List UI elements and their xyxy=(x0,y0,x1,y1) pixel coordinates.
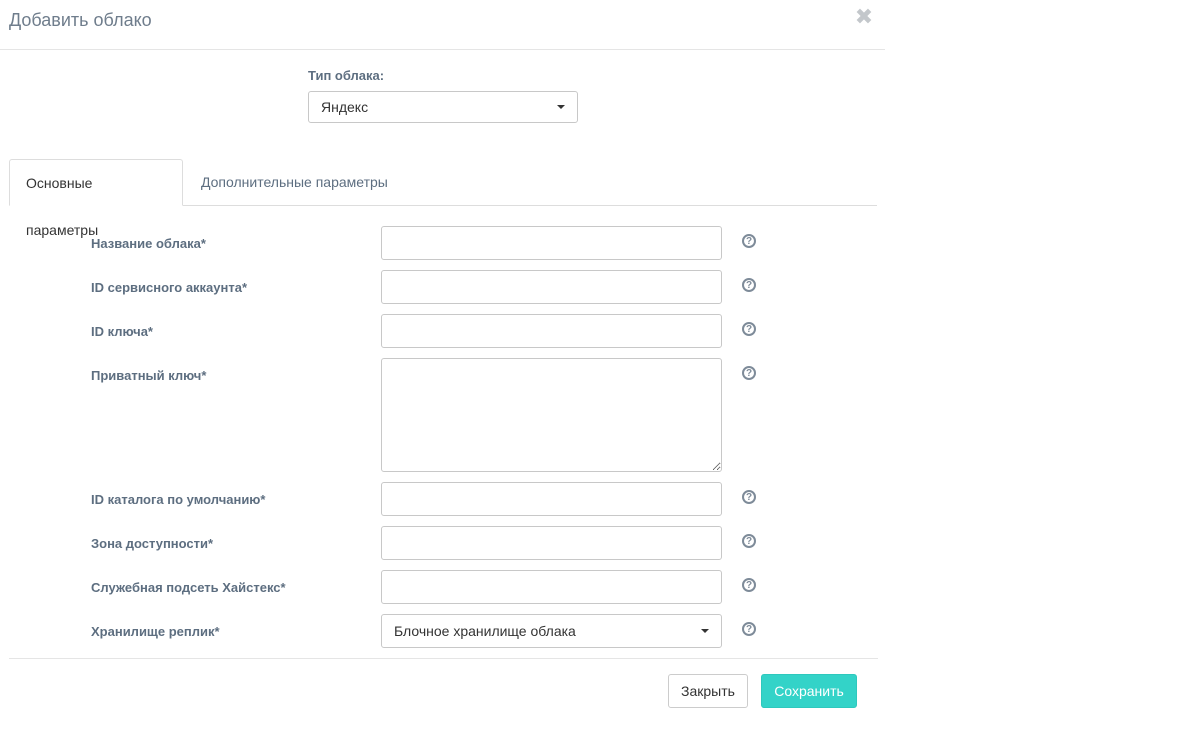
tab-additional-parameters[interactable]: Дополнительные параметры xyxy=(185,159,404,206)
help-icon[interactable]: ? xyxy=(742,622,756,636)
service-subnet-input[interactable] xyxy=(381,570,722,604)
key-id-input[interactable] xyxy=(381,314,722,348)
caret-down-icon xyxy=(701,629,709,633)
service-account-id-input[interactable] xyxy=(381,270,722,304)
key-id-label: ID ключа* xyxy=(91,324,153,339)
private-key-label: Приватный ключ* xyxy=(91,368,207,383)
footer-divider xyxy=(9,658,878,659)
replica-storage-select[interactable]: Блочное хранилище облака xyxy=(381,614,722,648)
cloud-name-input[interactable] xyxy=(381,226,722,260)
add-cloud-dialog: Добавить облако ✖ Тип облака: Яндекс Осн… xyxy=(0,0,885,735)
private-key-textarea[interactable] xyxy=(381,358,722,472)
cloud-type-selected: Яндекс xyxy=(321,99,369,115)
tab-basic-parameters[interactable]: Основные параметры xyxy=(9,159,183,238)
help-icon[interactable]: ? xyxy=(742,490,756,504)
availability-zone-input[interactable] xyxy=(381,526,722,560)
header-divider xyxy=(0,49,885,50)
close-icon[interactable]: ✖ xyxy=(853,6,875,28)
help-icon[interactable]: ? xyxy=(742,366,756,380)
help-icon[interactable]: ? xyxy=(742,234,756,248)
dialog-title: Добавить облако xyxy=(9,10,152,30)
cloud-type-label: Тип облака: xyxy=(308,68,385,83)
replica-storage-label: Хранилище реплик* xyxy=(91,624,220,639)
close-button[interactable]: Закрыть xyxy=(668,674,748,708)
save-button[interactable]: Сохранить xyxy=(761,674,857,708)
caret-down-icon xyxy=(557,105,565,109)
replica-storage-selected: Блочное хранилище облака xyxy=(394,623,576,639)
service-subnet-label: Служебная подсеть Хайстекс* xyxy=(91,580,286,595)
help-icon[interactable]: ? xyxy=(742,534,756,548)
help-icon[interactable]: ? xyxy=(742,322,756,336)
help-icon[interactable]: ? xyxy=(742,578,756,592)
default-folder-id-label: ID каталога по умолчанию* xyxy=(91,492,266,507)
cloud-type-select[interactable]: Яндекс xyxy=(308,91,578,123)
help-icon[interactable]: ? xyxy=(742,278,756,292)
default-folder-id-input[interactable] xyxy=(381,482,722,516)
service-account-id-label: ID сервисного аккаунта* xyxy=(91,280,248,295)
cloud-name-label: Название облака* xyxy=(91,236,206,251)
availability-zone-label: Зона доступности* xyxy=(91,536,214,551)
